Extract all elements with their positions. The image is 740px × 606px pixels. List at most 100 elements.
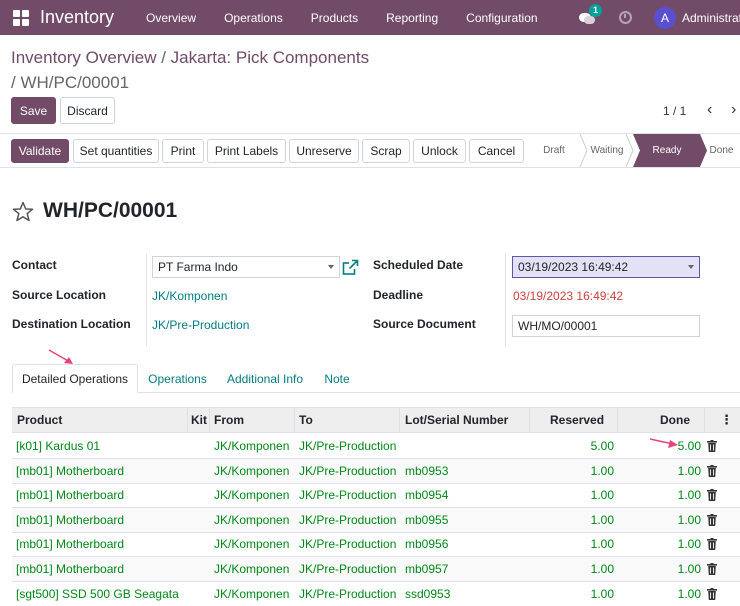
column-lot-serial[interactable]: Lot/Serial Number (405, 413, 508, 427)
done-cell[interactable]: 5.00 (678, 439, 701, 453)
reserved-cell[interactable]: 1.00 (591, 562, 614, 576)
from-cell[interactable]: JK/Komponen (214, 537, 289, 551)
breadcrumb-picking-type[interactable]: Jakarta: Pick Components (171, 48, 369, 67)
menu-operations[interactable]: Operations (210, 11, 297, 25)
reserved-cell[interactable]: 1.00 (591, 587, 614, 601)
to-cell[interactable]: JK/Pre-Production (299, 439, 396, 453)
from-cell[interactable]: JK/Komponen (214, 439, 289, 453)
user-name[interactable]: Administrator (682, 11, 740, 25)
from-cell[interactable]: JK/Komponen (214, 464, 289, 478)
product-cell[interactable]: [mb01] Motherboard (16, 488, 124, 502)
source-document-field[interactable]: WH/MO/00001 (512, 315, 700, 337)
product-cell[interactable]: [mb01] Motherboard (16, 464, 124, 478)
table-row[interactable]: [mb01] Motherboard JK/Komponen JK/Pre-Prod… (12, 508, 740, 533)
column-to[interactable]: To (299, 413, 313, 427)
tab-operations[interactable]: Operations (140, 364, 215, 393)
table-row[interactable]: [sgt500] SSD 500 GB Seagata JK/Komponen JK… (12, 582, 740, 606)
reserved-cell[interactable]: 1.00 (591, 513, 614, 527)
optional-columns-icon[interactable]: ⋮ (720, 412, 733, 428)
pager-next-icon[interactable]: › (731, 102, 740, 118)
from-cell[interactable]: JK/Komponen (214, 562, 289, 576)
column-from[interactable]: From (214, 413, 244, 427)
save-button[interactable]: Save (11, 97, 56, 124)
reserved-cell[interactable]: 1.00 (591, 464, 614, 478)
stage-ready[interactable]: Ready (640, 134, 694, 167)
to-cell[interactable]: JK/Pre-Production (299, 562, 396, 576)
done-cell[interactable]: 1.00 (678, 513, 701, 527)
unreserve-button[interactable]: Unreserve (289, 139, 359, 163)
to-cell[interactable]: JK/Pre-Production (299, 587, 396, 601)
destination-location-value[interactable]: JK/Pre-Production (152, 318, 249, 332)
chat-icon[interactable]: 1 (579, 3, 602, 25)
lot-cell[interactable]: mb0956 (405, 537, 448, 551)
apps-menu-icon[interactable] (11, 8, 31, 28)
stage-draft[interactable]: Draft (534, 134, 574, 167)
trash-icon[interactable] (707, 588, 717, 600)
product-cell[interactable]: [mb01] Motherboard (16, 513, 124, 527)
to-cell[interactable]: JK/Pre-Production (299, 464, 396, 478)
done-cell[interactable]: 1.00 (678, 537, 701, 551)
table-row[interactable]: [mb01] Motherboard JK/Komponen JK/Pre-Prod… (12, 459, 740, 484)
from-cell[interactable]: JK/Komponen (214, 488, 289, 502)
tab-note[interactable]: Note (315, 364, 359, 393)
done-cell[interactable]: 1.00 (678, 464, 701, 478)
trash-icon[interactable] (707, 538, 717, 550)
table-row[interactable]: [mb01] Motherboard JK/Komponen JK/Pre-Prod… (12, 557, 740, 582)
trash-icon[interactable] (707, 514, 717, 526)
trash-icon[interactable] (707, 489, 717, 501)
activity-clock-icon[interactable] (619, 11, 632, 24)
menu-overview[interactable]: Overview (132, 11, 210, 25)
trash-icon[interactable] (707, 563, 717, 575)
contact-dropdown-icon[interactable] (328, 265, 334, 269)
discard-button[interactable]: Discard (60, 97, 115, 124)
lot-cell[interactable]: mb0954 (405, 488, 448, 502)
set-quantities-button[interactable]: Set quantities (73, 139, 159, 163)
table-row[interactable]: [k01] Kardus 01 JK/Komponen JK/Pre-Product… (12, 434, 740, 459)
lot-cell[interactable]: mb0953 (405, 464, 448, 478)
to-cell[interactable]: JK/Pre-Production (299, 513, 396, 527)
trash-icon[interactable] (707, 465, 717, 477)
cancel-button[interactable]: Cancel (469, 139, 524, 163)
contact-field[interactable]: PT Farma Indo (152, 256, 340, 278)
lot-cell[interactable]: mb0955 (405, 513, 448, 527)
product-cell[interactable]: [sgt500] SSD 500 GB Seagata (16, 587, 179, 601)
done-cell[interactable]: 1.00 (678, 587, 701, 601)
print-button[interactable]: Print (162, 139, 204, 163)
external-link-icon[interactable] (342, 259, 359, 276)
lot-cell[interactable]: mb0957 (405, 562, 448, 576)
validate-button[interactable]: Validate (11, 139, 69, 163)
product-cell[interactable]: [mb01] Motherboard (16, 537, 124, 551)
from-cell[interactable]: JK/Komponen (214, 513, 289, 527)
column-kit[interactable]: Kit (191, 413, 207, 427)
reserved-cell[interactable]: 1.00 (591, 537, 614, 551)
pager-value[interactable]: 1 / 1 (663, 104, 686, 118)
stage-waiting[interactable]: Waiting (582, 134, 632, 167)
from-cell[interactable]: JK/Komponen (214, 587, 289, 601)
table-row[interactable]: [mb01] Motherboard JK/Komponen JK/Pre-Prod… (12, 483, 740, 508)
reserved-cell[interactable]: 1.00 (591, 488, 614, 502)
source-location-value[interactable]: JK/Komponen (152, 289, 227, 303)
trash-icon[interactable] (707, 440, 717, 452)
tab-additional-info[interactable]: Additional Info (219, 364, 311, 393)
to-cell[interactable]: JK/Pre-Production (299, 537, 396, 551)
done-cell[interactable]: 1.00 (678, 488, 701, 502)
avatar[interactable]: A (654, 6, 676, 29)
scheduled-date-field[interactable]: 03/19/2023 16:49:42 (512, 256, 700, 278)
app-brand[interactable]: Inventory (40, 7, 114, 28)
breadcrumb-inventory-overview[interactable]: Inventory Overview (11, 48, 157, 67)
star-icon[interactable] (12, 201, 34, 223)
unlock-button[interactable]: Unlock (413, 139, 466, 163)
scrap-button[interactable]: Scrap (362, 139, 410, 163)
reserved-cell[interactable]: 5.00 (591, 439, 614, 453)
table-row[interactable]: [mb01] Motherboard JK/Komponen JK/Pre-Prod… (12, 532, 740, 557)
stage-done[interactable]: Done (703, 134, 740, 167)
column-done[interactable]: Done (660, 413, 690, 427)
print-labels-button[interactable]: Print Labels (207, 139, 286, 163)
record-title[interactable]: WH/PC/00001 (43, 199, 177, 223)
menu-reporting[interactable]: Reporting (372, 11, 452, 25)
to-cell[interactable]: JK/Pre-Production (299, 488, 396, 502)
column-product[interactable]: Product (17, 413, 62, 427)
tab-detailed-operations[interactable]: Detailed Operations (12, 364, 138, 393)
pager-previous-icon[interactable]: ‹ (707, 102, 719, 118)
column-reserved[interactable]: Reserved (550, 413, 604, 427)
